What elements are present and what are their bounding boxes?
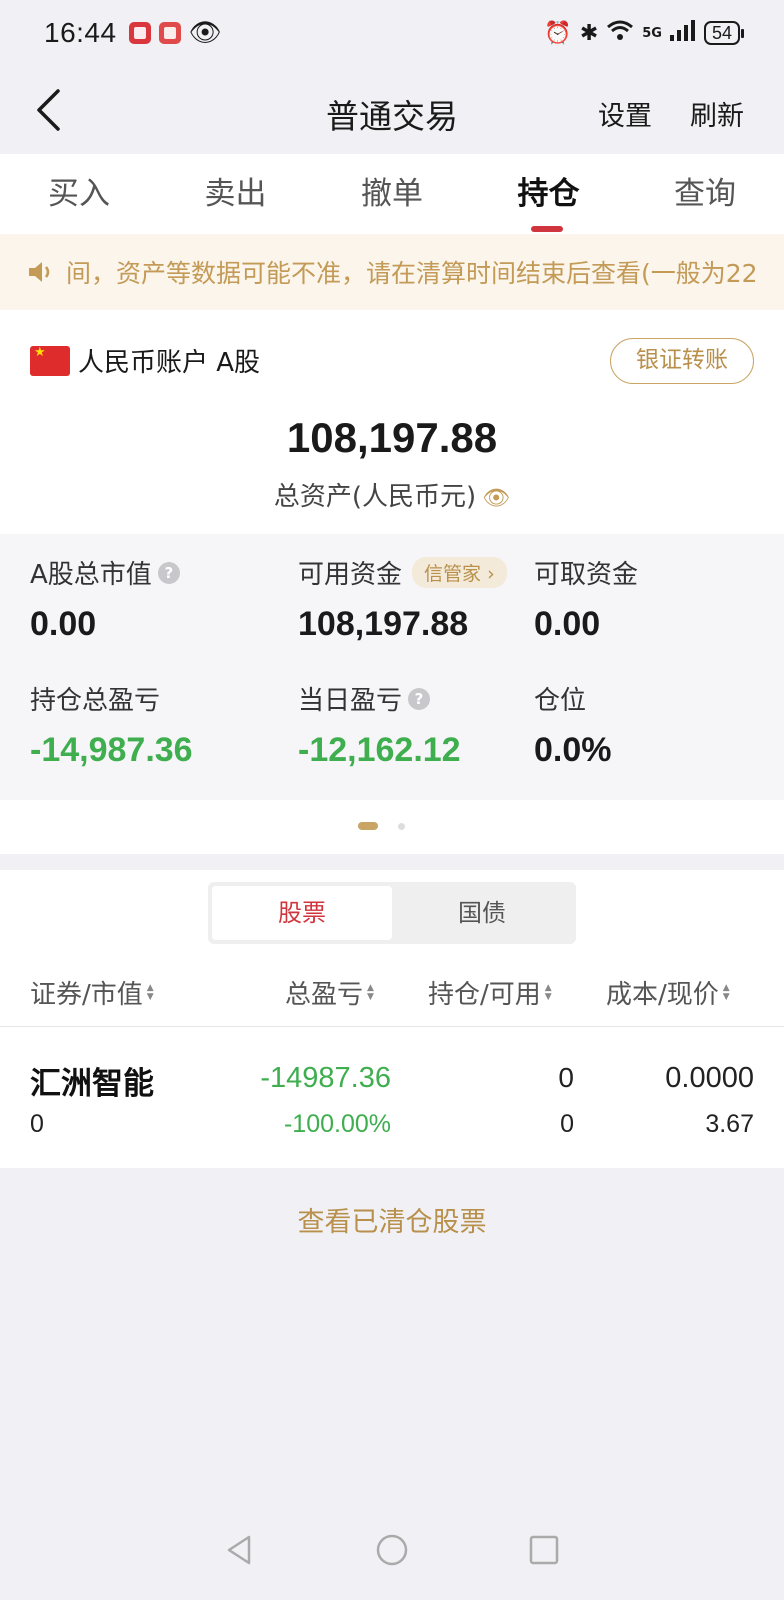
eye-icon: 👁: [188, 18, 222, 48]
page-dot: [398, 823, 405, 830]
col-total-pl[interactable]: 总盈亏 ▲ ▼: [285, 974, 374, 1011]
account-card: 人民币账户 A股 银证转账 108,197.88 总资产(人民币元)👁: [0, 310, 784, 534]
status-bar: 16:44 👁 ⏰ ✱ 5G 54: [0, 0, 784, 66]
sort-icon: ▲ ▼: [544, 982, 552, 1002]
system-nav-bar: [0, 1500, 784, 1600]
page-dot-active: [358, 822, 378, 830]
stock-holding: 0: [558, 1062, 574, 1093]
stat-available-funds: 可用资金 信管家 › 108,197.88: [298, 554, 507, 644]
asset-stats: A股总市值? 0.00 可用资金 信管家 › 108,197.88 可取资金 0.…: [0, 534, 784, 800]
back-button[interactable]: [24, 86, 72, 134]
total-assets-label: 总资产(人民币元) 👁: [273, 482, 511, 512]
help-icon[interactable]: ?: [408, 687, 431, 710]
wifi-icon: [606, 19, 634, 47]
col-cost-price[interactable]: 成本/现价 ▲ ▼: [606, 974, 730, 1011]
stat-holding-pl: 持仓总盈亏 -14,987.36: [30, 686, 193, 769]
tab-query[interactable]: 查询: [672, 154, 738, 234]
total-assets-value: 108,197.88: [286, 414, 498, 461]
stock-total-pl: -14987.36: [260, 1062, 391, 1094]
tab-cancel-order[interactable]: 撤单: [359, 154, 425, 234]
speaker-icon: [29, 262, 50, 282]
chevron-left-icon: [37, 89, 60, 131]
notification-app-icon: [128, 22, 151, 44]
view-cleared-stocks-link[interactable]: 查看已清仓股票: [0, 1200, 784, 1239]
status-time: 16:44: [44, 17, 117, 48]
stock-price: 3.67: [705, 1110, 754, 1138]
stock-total-pl-pct: -100.00%: [283, 1110, 391, 1138]
holdings-panel: 股票 国债 证券/市值 ▲ ▼ 总盈亏 ▲ ▼ 持仓/可用 ▲ ▼ 成本/现价 ▲ ▼ 汇洲智能…: [0, 870, 784, 1168]
sort-icon: ▲ ▼: [722, 982, 730, 1002]
account-label: 人民币账户 A股: [78, 348, 261, 378]
stat-withdrawable-funds: 可取资金 0.00: [534, 560, 639, 643]
divider: [0, 1026, 784, 1027]
help-icon[interactable]: ?: [157, 561, 180, 584]
stock-cost: 0.0000: [665, 1062, 754, 1094]
holdings-header: 证券/市值 ▲ ▼ 总盈亏 ▲ ▼ 持仓/可用 ▲ ▼ 成本/现价 ▲ ▼: [0, 974, 784, 1022]
asset-type-segment: 股票 国债: [208, 882, 576, 944]
battery-icon: 54: [703, 21, 745, 45]
xinguanjia-tag[interactable]: 信管家 ›: [412, 557, 507, 588]
alarm-icon: ⏰: [544, 20, 572, 46]
signal-icon: [669, 19, 696, 47]
segment-bonds[interactable]: 国债: [392, 886, 572, 940]
trade-tabs: 买入 卖出 撤单 持仓 查询: [0, 154, 784, 234]
network-type: 5G: [642, 25, 662, 41]
stock-market-value: 0: [30, 1110, 44, 1138]
stock-available: 0: [560, 1110, 574, 1138]
sort-icon: ▲ ▼: [146, 982, 154, 1002]
tab-buy[interactable]: 买入: [46, 154, 112, 234]
notice-banner[interactable]: 间，资产等数据可能不准，请在清算时间结束后查看(一般为22:0: [0, 234, 784, 310]
segment-stocks[interactable]: 股票: [212, 886, 392, 940]
navbar: 普通交易 设置 刷新: [0, 66, 784, 154]
nav-home-icon[interactable]: [375, 1533, 409, 1567]
sort-icon: ▲ ▼: [367, 982, 374, 1002]
notice-text: 间，资产等数据可能不准，请在清算时间结束后查看(一般为22:0: [66, 259, 758, 288]
nav-back-icon[interactable]: [223, 1533, 257, 1567]
china-flag-icon: [30, 345, 70, 376]
col-position[interactable]: 持仓/可用 ▲ ▼: [428, 974, 552, 1011]
nav-recents-icon[interactable]: [527, 1533, 561, 1567]
tab-sell[interactable]: 卖出: [203, 154, 269, 234]
stat-a-share-market-value: A股总市值? 0.00: [30, 554, 180, 644]
tab-positions[interactable]: 持仓: [516, 154, 582, 234]
visibility-toggle-icon[interactable]: 👁: [482, 486, 510, 511]
page-indicator: [0, 800, 784, 854]
bluetooth-icon: ✱: [579, 20, 599, 46]
stock-name: 汇洲智能: [30, 1066, 154, 1102]
col-security[interactable]: 证券/市值 ▲ ▼: [30, 974, 154, 1011]
notification-app-icon: [158, 22, 181, 44]
stat-daily-pl: 当日盈亏? -12,162.12: [298, 686, 461, 769]
stat-position-ratio: 仓位 0.0%: [534, 686, 612, 769]
refresh-button[interactable]: 刷新: [690, 94, 744, 133]
table-row[interactable]: 汇洲智能 0 -14987.36 -100.00% 0 0 0.0000 3.6…: [0, 1028, 784, 1168]
settings-button[interactable]: 设置: [598, 94, 652, 133]
pointer-caret: [382, 516, 406, 528]
bank-transfer-button[interactable]: 银证转账: [610, 338, 754, 384]
